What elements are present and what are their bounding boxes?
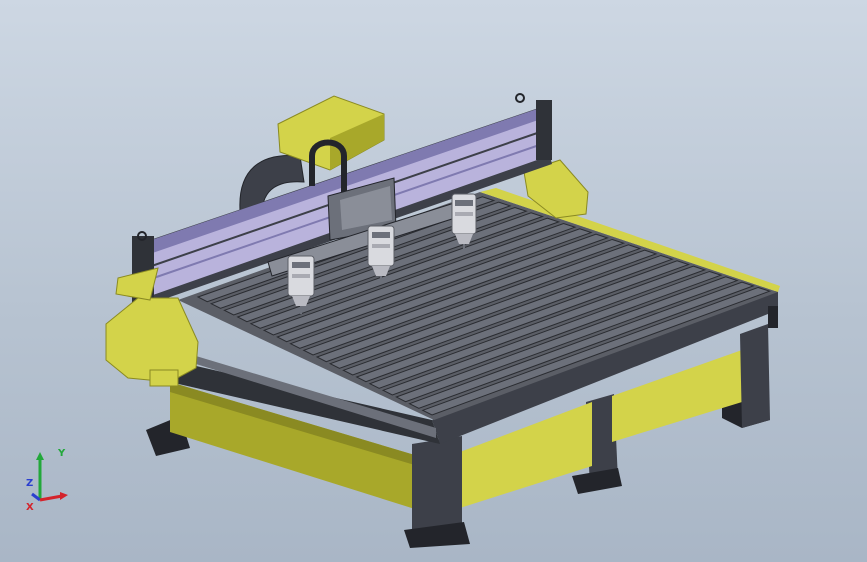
y-axis-label: Y <box>57 448 66 459</box>
gantry-left-housing <box>105 297 199 383</box>
model-viewport[interactable] <box>0 0 867 562</box>
right-front-leg <box>740 324 770 428</box>
y-axis-arrow <box>36 452 44 460</box>
beam-right-endplate <box>536 100 552 160</box>
x-axis-arrow <box>60 492 68 500</box>
front-corner-leg <box>412 436 462 538</box>
control-box <box>768 306 778 328</box>
lifting-eye-right <box>515 93 525 103</box>
axis-triad: Y Z X <box>26 448 68 513</box>
x-axis-line <box>39 494 63 502</box>
z-axis-label: Z <box>26 478 33 489</box>
x-axis-label: X <box>26 502 34 513</box>
